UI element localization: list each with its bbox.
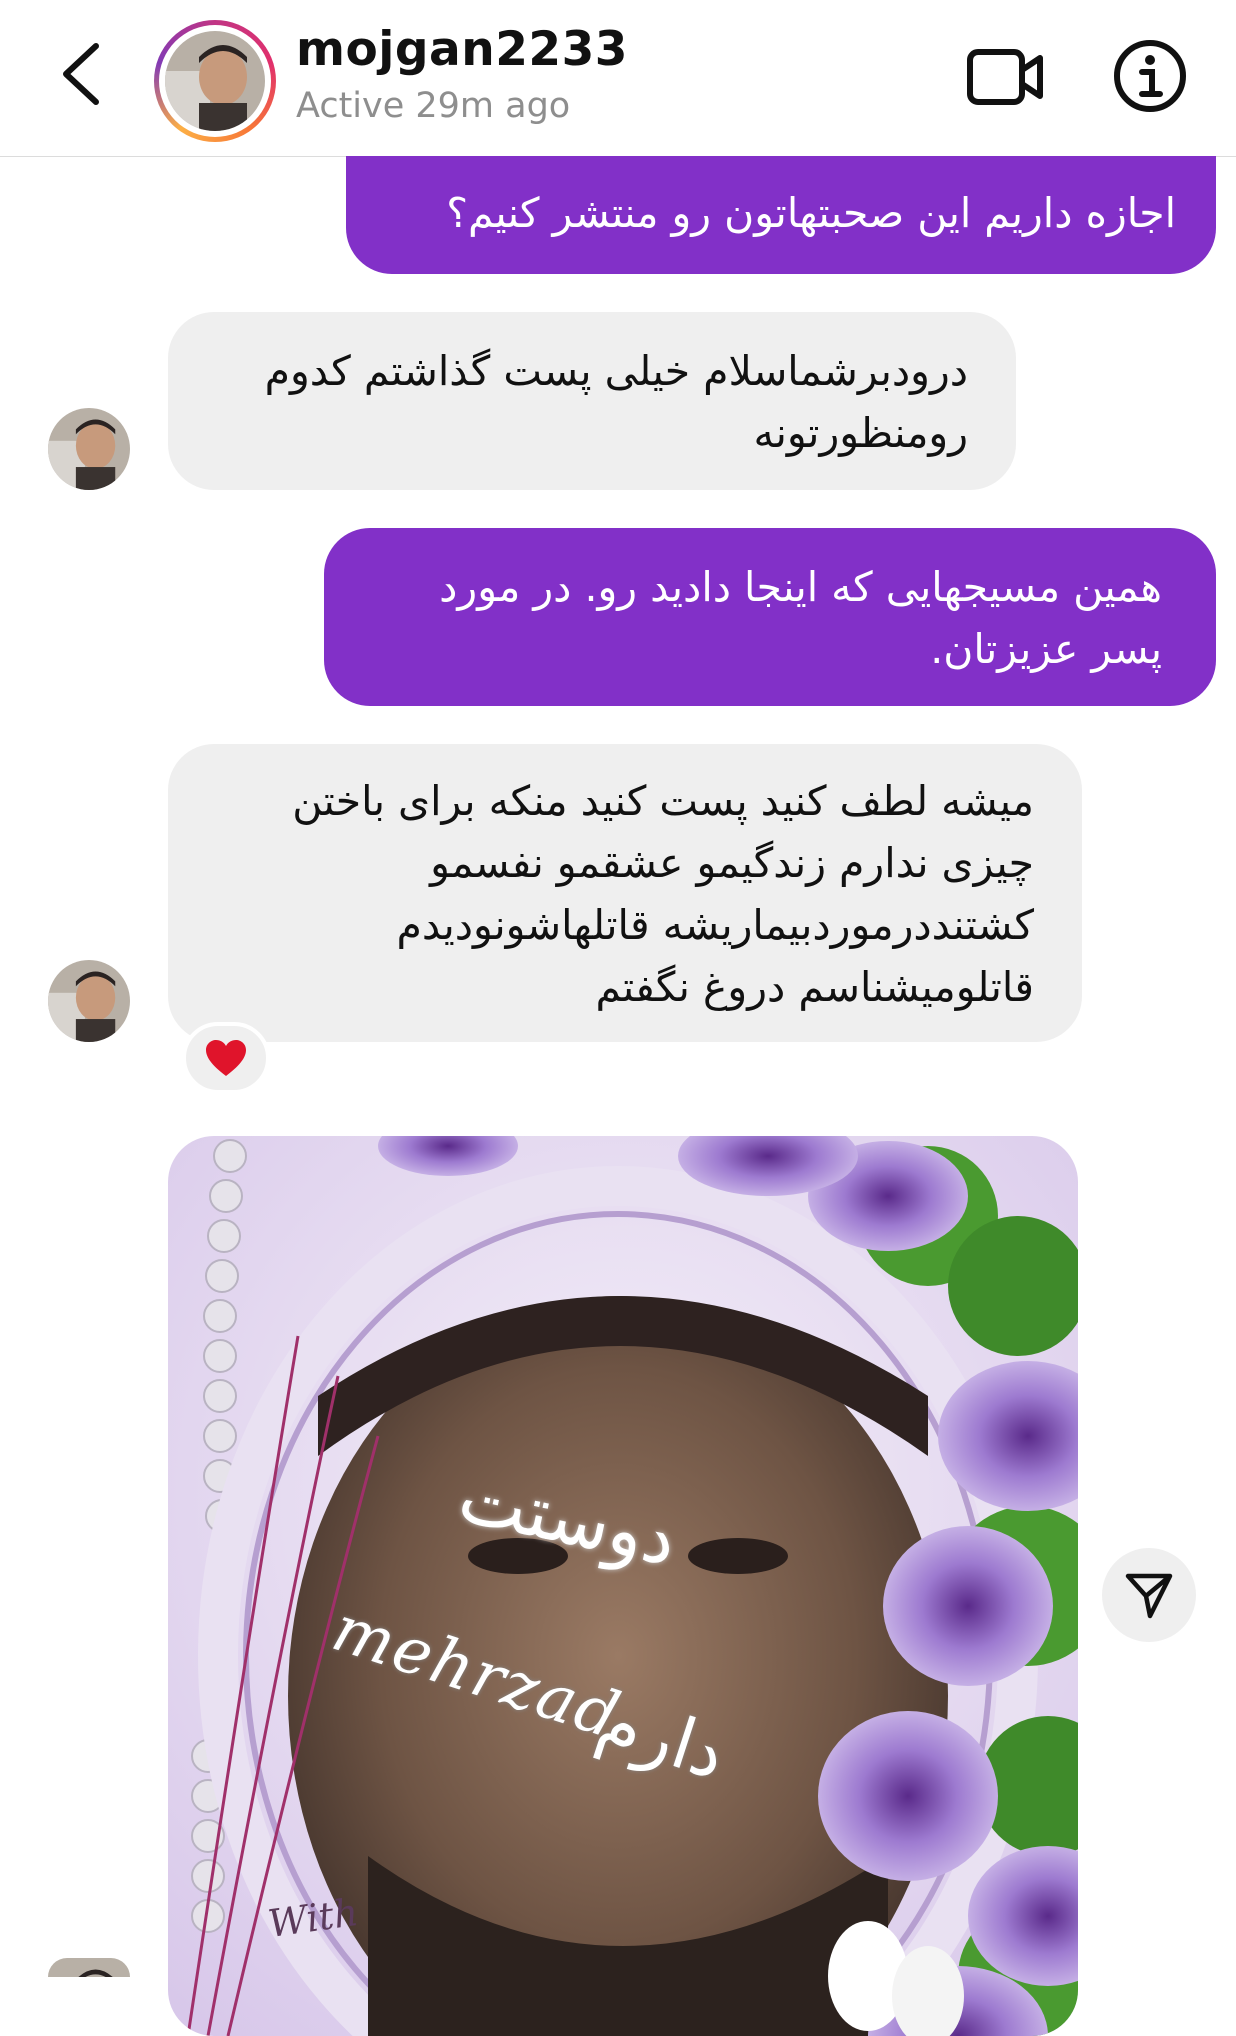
- heart-icon: [206, 1040, 246, 1076]
- back-button[interactable]: [52, 38, 112, 110]
- info-button[interactable]: [1112, 38, 1188, 114]
- chat-header: mojgan2233 Active 29m ago: [0, 0, 1236, 157]
- incoming-message[interactable]: درودبرشماسلام خیلی پست گذاشتم کدوم رومنظ…: [168, 312, 1016, 490]
- message-text: اجازه داریم این صحبتهاتون رو منتشر کنیم؟: [446, 189, 1176, 237]
- chat-username[interactable]: mojgan2233: [296, 22, 628, 77]
- share-button[interactable]: [1102, 1548, 1196, 1642]
- message-line: درودبرشماسلام خیلی پست گذاشتم کدوم: [264, 347, 968, 395]
- info-icon: [1114, 40, 1186, 112]
- message-line: میشه لطف کنید پست کنید منکه برای باختن: [292, 777, 1034, 825]
- sender-avatar[interactable]: [48, 1958, 130, 1977]
- video-call-button[interactable]: [966, 42, 1046, 112]
- chevron-left-icon: [63, 43, 99, 105]
- active-status: Active 29m ago: [296, 86, 571, 126]
- image-message[interactable]: دوستت mehrzad دارم With: [168, 1136, 1078, 2036]
- send-icon: [1125, 1573, 1173, 1619]
- message-line: رومنظورتونه: [753, 409, 968, 457]
- video-camera-icon: [967, 49, 1043, 105]
- sender-avatar[interactable]: [48, 960, 130, 1042]
- avatar-photo: [165, 31, 265, 131]
- avatar[interactable]: [154, 20, 276, 142]
- message-line: کشتنددرموردبیماریشه قاتلهاشونودیدم: [396, 901, 1034, 949]
- message-line: قاتلومیشناسم دروغ نگفتم: [595, 963, 1034, 1011]
- message-line: چیزی ندارم زندگیمو عشقمو نفسمو: [430, 839, 1034, 887]
- sender-avatar[interactable]: [48, 408, 130, 490]
- message-line: همین مسیجهایی که اینجا دادید رو. در مورد: [439, 563, 1162, 611]
- incoming-message[interactable]: میشه لطف کنید پست کنید منکه برای باختن چ…: [168, 744, 1082, 1042]
- outgoing-message[interactable]: اجازه داریم این صحبتهاتون رو منتشر کنیم؟: [346, 156, 1216, 274]
- outgoing-message[interactable]: همین مسیجهایی که اینجا دادید رو. در مورد…: [324, 528, 1216, 706]
- message-line: پسر عزیزتان.: [930, 625, 1162, 673]
- heart-reaction[interactable]: [182, 1022, 270, 1094]
